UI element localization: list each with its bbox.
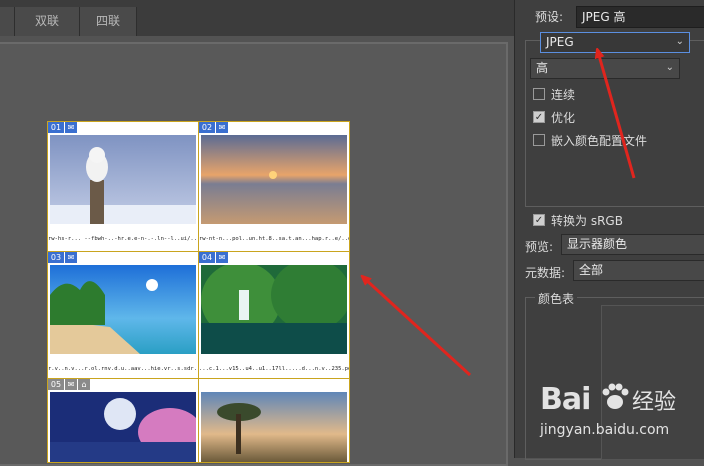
progressive-label: 连续 xyxy=(551,88,576,102)
mail-icon: ✉ xyxy=(65,122,77,133)
cell-number-badge: 02 xyxy=(199,122,215,133)
cell-caption: rw-hs-r... --fbwh-..-hr.e.e-n-.-.ln--l..… xyxy=(48,236,198,242)
tab-bar: 双联 四联 xyxy=(0,0,514,36)
metadata-label: 元数据: xyxy=(525,266,566,280)
beach-image xyxy=(50,265,196,354)
cell-number-badge: 05 xyxy=(48,379,64,390)
chevron-down-icon: ⌄ xyxy=(675,36,684,47)
mail-icon: ✉ xyxy=(216,122,228,133)
owl-image xyxy=(50,135,196,224)
baidu-logo-text: Bai xyxy=(540,382,591,417)
preview-mode-label: 预览: xyxy=(525,240,554,254)
moon-image xyxy=(50,392,196,462)
preview-mode-select[interactable]: 显示器颜色 xyxy=(561,234,704,255)
sunset-image xyxy=(201,135,347,224)
convert-srgb-label: 转换为 sRGB xyxy=(551,214,623,228)
tree-image xyxy=(201,392,347,462)
cell-number-badge: 03 xyxy=(48,252,64,263)
quality-select[interactable]: 高 ⌄ xyxy=(530,58,680,79)
image-cell-06[interactable] xyxy=(199,379,349,462)
embed-profile-label: 嵌入颜色配置文件 xyxy=(551,134,648,148)
tab-4-up[interactable]: 四联 xyxy=(80,7,137,36)
preview-mode-value: 显示器颜色 xyxy=(567,237,628,251)
cell-number-badge: 01 xyxy=(48,122,64,133)
image-cell-04[interactable]: 04 ✉ ...c.1...v15..u4..u1..17ll.....d...… xyxy=(199,252,349,378)
convert-srgb-checkbox[interactable]: ✓ xyxy=(533,214,545,226)
metadata-select[interactable]: 全部 xyxy=(573,260,704,281)
mail-icon: ✉ xyxy=(65,252,77,263)
cell-caption: ...c.1...v15..u4..u1..17ll.....d...n.v..… xyxy=(199,366,349,372)
lock-icon: ⌂ xyxy=(78,379,90,390)
image-cell-01[interactable]: 01 ✉ rw-hs-r... --fbwh-..-hr.e.e-n-.-.ln… xyxy=(48,122,198,251)
image-cell-03[interactable]: 03 ✉ r.v..n.v...r.ol.rnv.d.u..aav...hie.… xyxy=(48,252,198,378)
format-value: JPEG xyxy=(546,35,574,49)
cell-caption: r.v..n.v...r.ol.rnv.d.u..aav...hie.vr..s… xyxy=(48,366,198,372)
tab-2-up[interactable]: 双联 xyxy=(15,7,80,36)
color-table-label: 颜色表 xyxy=(535,290,578,307)
optimized-label: 优化 xyxy=(551,111,576,125)
embed-profile-checkbox[interactable] xyxy=(533,134,545,146)
preset-label: 预设: xyxy=(535,10,564,24)
contact-sheet-page[interactable]: 01 ✉ rw-hs-r... --fbwh-..-hr.e.e-n-.-.ln… xyxy=(47,121,350,463)
metadata-value: 全部 xyxy=(579,263,604,277)
progressive-checkbox[interactable] xyxy=(533,88,545,100)
optimized-checkbox[interactable]: ✓ xyxy=(533,111,545,123)
tab-original[interactable] xyxy=(0,7,15,36)
baidu-jingyan-watermark: Bai 经验 jingyan.baidu.com xyxy=(540,380,704,458)
cell-number-badge: 04 xyxy=(199,252,215,263)
image-cell-05[interactable]: 05 ✉ ⌂ xyxy=(48,379,198,462)
cell-caption: rw-nt-n...pol..un.ht.8..sa.t.an...hap.r.… xyxy=(199,236,349,242)
jingyan-text: 经验 xyxy=(632,390,677,415)
watermark-url: jingyan.baidu.com xyxy=(540,422,670,438)
mail-icon: ✉ xyxy=(65,379,77,390)
mail-icon: ✉ xyxy=(216,252,228,263)
paw-icon xyxy=(602,383,629,409)
quality-value: 高 xyxy=(536,61,549,75)
chevron-down-icon: ⌄ xyxy=(665,62,674,73)
image-cell-02[interactable]: 02 ✉ rw-nt-n...pol..un.ht.8..sa.t.an...h… xyxy=(199,122,349,251)
format-select[interactable]: JPEG ⌄ xyxy=(540,32,690,53)
preset-select[interactable]: JPEG 高 xyxy=(576,6,704,28)
waterfall-image xyxy=(201,265,347,354)
